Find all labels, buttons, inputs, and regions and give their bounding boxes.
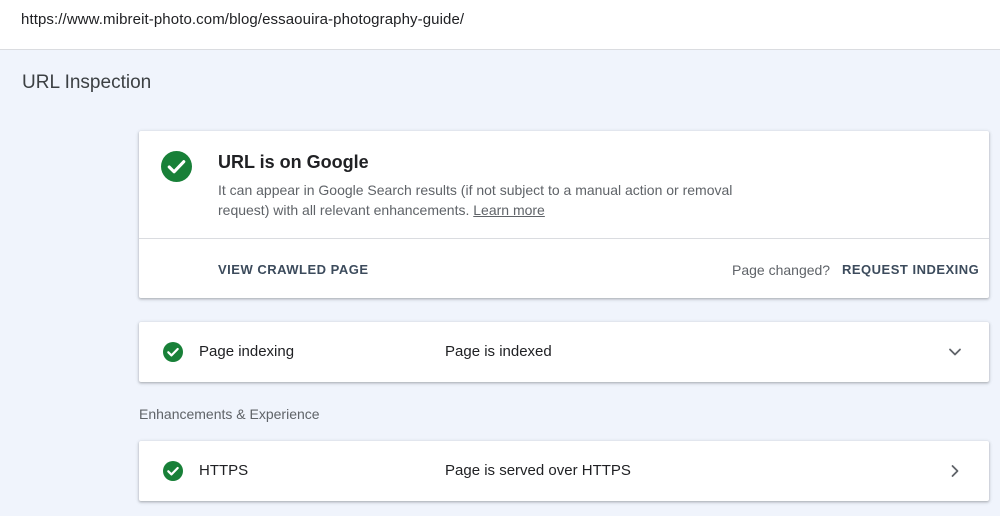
https-row[interactable]: HTTPS Page is served over HTTPS [139, 441, 989, 501]
learn-more-link[interactable]: Learn more [473, 202, 545, 218]
url-text[interactable]: https://www.mibreit-photo.com/blog/essao… [21, 11, 464, 28]
check-circle-icon [161, 151, 192, 182]
check-circle-icon [163, 461, 183, 481]
view-crawled-page-button[interactable]: VIEW CRAWLED PAGE [218, 262, 369, 277]
request-indexing-button[interactable]: REQUEST INDEXING [842, 262, 979, 277]
url-status-card: URL is on Google It can appear in Google… [139, 131, 989, 298]
address-bar: https://www.mibreit-photo.com/blog/essao… [0, 0, 1000, 50]
page-indexing-label: Page indexing [199, 343, 295, 360]
enhancements-section-label: Enhancements & Experience [139, 406, 320, 422]
page-changed-label: Page changed? [732, 262, 831, 278]
card-divider [139, 238, 989, 239]
page-indexing-row[interactable]: Page indexing Page is indexed [139, 322, 989, 382]
status-title: URL is on Google [218, 152, 369, 172]
chevron-right-icon[interactable] [945, 461, 965, 481]
page-indexing-status: Page is indexed [445, 343, 552, 360]
check-circle-icon [163, 342, 183, 362]
https-label: HTTPS [199, 462, 249, 479]
https-status: Page is served over HTTPS [445, 462, 631, 479]
status-description: It can appear in Google Search results (… [218, 180, 758, 220]
page-title: URL Inspection [22, 72, 152, 93]
chevron-down-icon[interactable] [945, 342, 965, 362]
